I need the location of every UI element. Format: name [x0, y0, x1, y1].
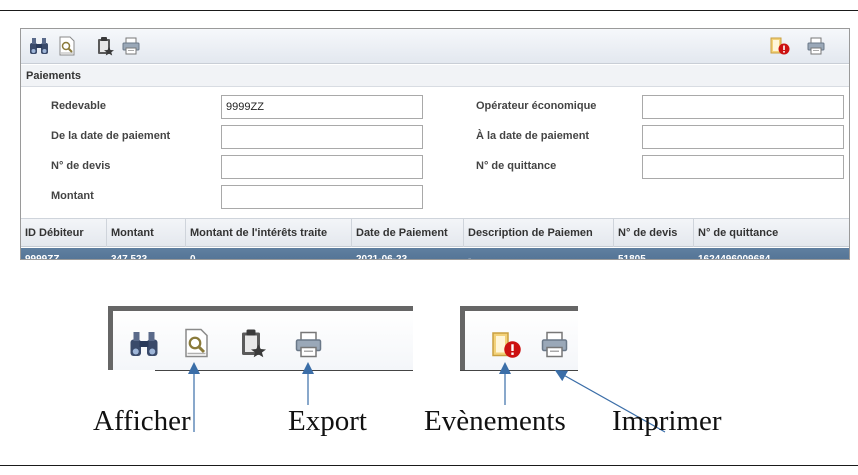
- grid-header: ID Débiteur Montant Montant de l'intérêt…: [21, 218, 849, 247]
- bottom-rule: [0, 465, 858, 466]
- date-fin-input[interactable]: [642, 125, 844, 149]
- printer-icon: [295, 331, 321, 357]
- preview-icon: [59, 36, 75, 56]
- search-button[interactable]: [27, 35, 51, 57]
- evenements-button-zoom[interactable]: [487, 327, 525, 363]
- export-button-zoom[interactable]: [291, 327, 325, 361]
- column-header[interactable]: ID Débiteur: [21, 219, 107, 247]
- caption-afficher: Afficher: [93, 405, 191, 437]
- cell-id-debiteur: 9999ZZ: [25, 254, 60, 260]
- quittance-label: N° de quittance: [476, 160, 557, 172]
- column-header[interactable]: Montant de l'intérêts traite: [186, 219, 352, 247]
- quittance-input[interactable]: [642, 155, 844, 179]
- column-header[interactable]: N° de devis: [614, 219, 694, 247]
- caption-export: Export: [288, 405, 367, 437]
- zoom-underline-left: [155, 370, 413, 371]
- operateur-label: Opérateur économique: [476, 100, 597, 112]
- toolbar-zoom-right: [460, 306, 578, 370]
- montant-input[interactable]: [221, 185, 423, 209]
- imprimer-button-zoom[interactable]: [537, 327, 571, 361]
- event-alert-icon: [770, 37, 790, 55]
- toolbar-zoom-left: [108, 306, 413, 370]
- date-fin-label: À la date de paiement: [476, 130, 590, 142]
- cell-date: 2021-06-23: [356, 254, 408, 260]
- cell-quittance: 1624496009684: [698, 254, 771, 260]
- event-alert-icon: [491, 332, 521, 358]
- column-header[interactable]: Date de Paiement: [352, 219, 464, 247]
- clipboard-button[interactable]: [93, 35, 117, 57]
- column-header[interactable]: Montant: [107, 219, 186, 247]
- top-rule: [0, 10, 858, 11]
- clipboard-button-zoom[interactable]: [235, 325, 269, 361]
- operateur-input[interactable]: [642, 95, 844, 119]
- caption-evenements: Evènements: [424, 405, 566, 437]
- redevable-label: Redevable: [51, 100, 107, 112]
- evenements-button[interactable]: [768, 35, 792, 57]
- cell-devis: 51805: [618, 254, 646, 260]
- afficher-button[interactable]: [55, 35, 79, 57]
- export-button[interactable]: [119, 35, 143, 57]
- cell-description: -: [468, 254, 472, 260]
- printer-icon: [122, 37, 140, 55]
- imprimer-button[interactable]: [804, 35, 828, 57]
- redevable-input[interactable]: [221, 95, 423, 119]
- search-button-zoom[interactable]: [127, 327, 161, 361]
- binoculars-icon: [30, 38, 48, 54]
- zoom-underline-right: [460, 370, 578, 371]
- date-debut-label: De la date de paiement: [51, 130, 171, 142]
- payments-window: Paiements Redevable De la date de paieme…: [20, 28, 850, 260]
- column-header[interactable]: N° de quittance: [694, 219, 849, 247]
- printer-icon: [541, 331, 567, 357]
- clipboard-star-icon: [241, 329, 266, 358]
- printer-icon: [807, 37, 825, 55]
- table-row[interactable]: 9999ZZ 347.523 0 2021-06-23 - 51805 1624…: [21, 248, 849, 260]
- montant-label: Montant: [51, 190, 94, 202]
- column-header[interactable]: Description de Paiemen: [464, 219, 614, 247]
- toolbar: [21, 29, 849, 64]
- cell-montant: 347.523: [111, 254, 148, 260]
- cell-interets: 0: [190, 254, 196, 260]
- preview-icon: [184, 328, 208, 358]
- date-debut-input[interactable]: [221, 125, 423, 149]
- section-title: Paiements: [21, 65, 849, 87]
- clipboard-star-icon: [98, 37, 114, 56]
- devis-label: N° de devis: [51, 160, 111, 172]
- devis-input[interactable]: [221, 155, 423, 179]
- caption-imprimer: Imprimer: [612, 405, 722, 437]
- binoculars-icon: [130, 332, 158, 356]
- afficher-button-zoom[interactable]: [179, 325, 213, 361]
